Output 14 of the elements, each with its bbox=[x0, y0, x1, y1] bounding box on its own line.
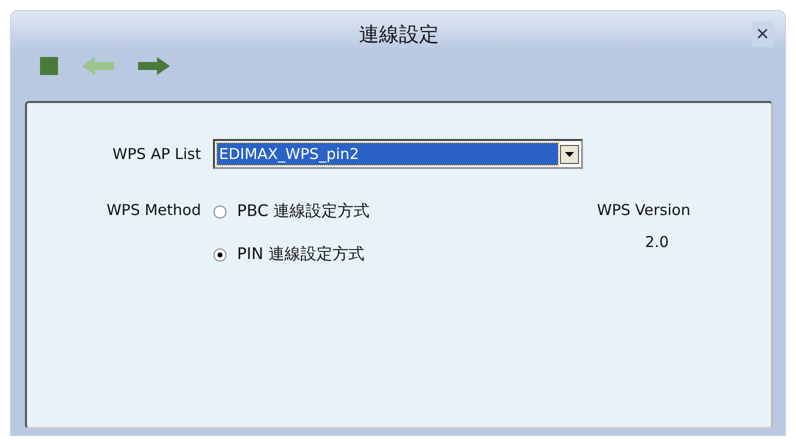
window-title: 連線設定 bbox=[359, 21, 439, 48]
radio-button[interactable] bbox=[213, 248, 227, 262]
close-button[interactable]: × bbox=[752, 21, 773, 47]
caret-icon bbox=[560, 144, 579, 164]
version-value: 2.0 bbox=[645, 233, 669, 251]
right-arrow-icon[interactable] bbox=[137, 56, 171, 76]
radio-button[interactable] bbox=[213, 204, 227, 218]
stop-icon[interactable] bbox=[39, 56, 59, 76]
ap-list-dropdown[interactable]: EDIMAX_WPS_pin2 bbox=[213, 139, 583, 169]
field-label: WPS AP List bbox=[112, 144, 201, 165]
radio-label[interactable]: PIN 連線設定方式 bbox=[237, 244, 364, 265]
radio-label[interactable]: PBC 連線設定方式 bbox=[237, 201, 370, 222]
field-label: WPS Method bbox=[106, 200, 201, 221]
version-label: WPS Version bbox=[597, 201, 690, 219]
